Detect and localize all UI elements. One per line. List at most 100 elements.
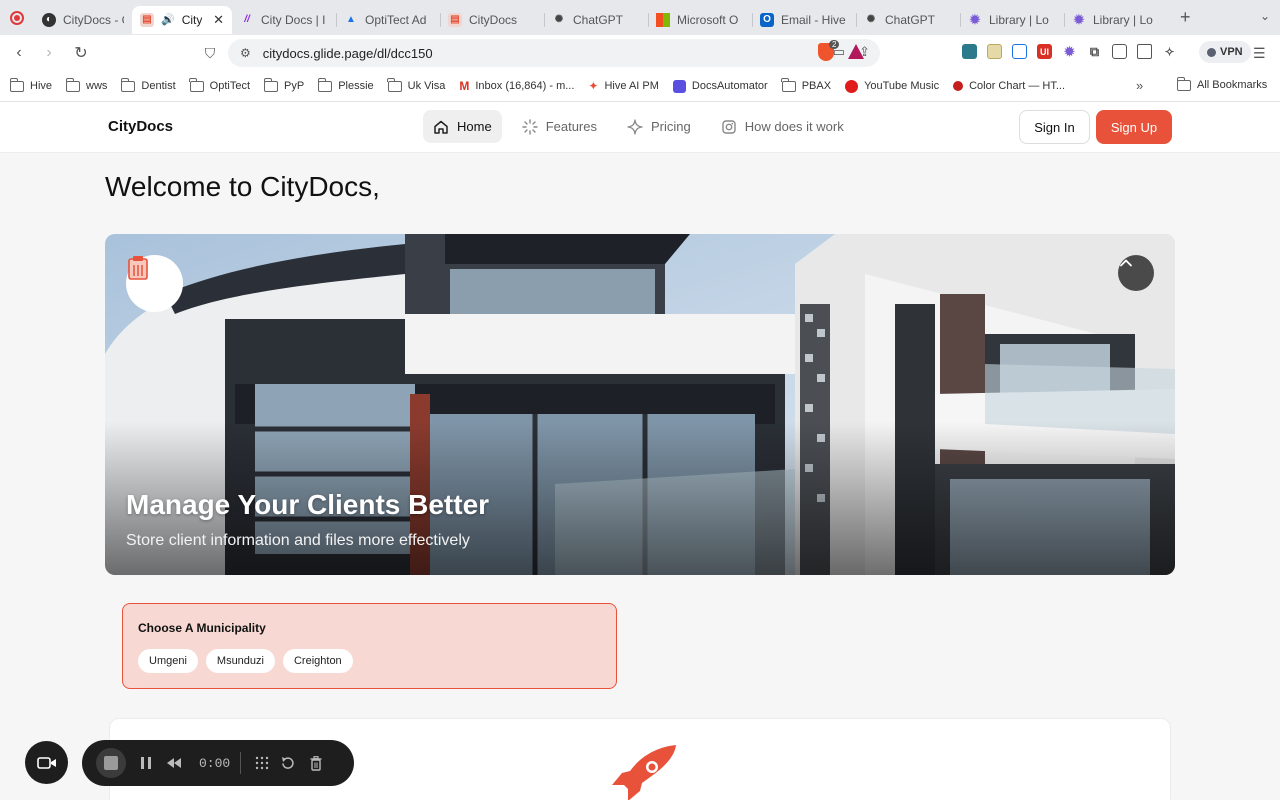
recording-indicator-icon[interactable] [0,0,34,35]
municipality-chip-msunduzi[interactable]: Msunduzi [205,649,275,673]
openai-icon: ✺ [554,14,564,25]
nav-pricing[interactable]: Pricing [617,110,701,143]
back-icon[interactable]: ‹ [6,40,32,66]
brave-rewards-icon[interactable] [848,44,864,59]
tab-chatgpt-2[interactable]: ✺ ChatGPT [856,6,960,34]
scroll-up-button[interactable] [1118,255,1154,291]
star-icon [627,118,643,135]
home-icon [433,119,449,135]
drive-icon: ▲ [346,14,356,25]
municipality-chip-umgeni[interactable]: Umgeni [138,649,198,673]
tab-citydocs-active[interactable]: ▤ 🔊 CityD ✕ [132,5,232,34]
site-nav: Home Features Pricing How does it work [423,110,854,143]
municipality-chip-creighton[interactable]: Creighton [282,649,353,673]
library-icon: ✹ [969,11,981,27]
tab-city-docs-make[interactable]: // City Docs | I [232,6,336,34]
bookmark-wws[interactable]: wws [65,77,107,92]
tab-microsoft[interactable]: Microsoft O [648,6,752,34]
site-brand[interactable]: CityDocs [108,118,173,135]
bookmark-hive-ai-pm[interactable]: ✦ Hive AI PM [588,79,658,93]
camera-toggle-button[interactable] [25,741,68,784]
bookmark-docsautomator[interactable]: DocsAutomator [672,79,768,93]
extension-ui-icon[interactable]: UI [1037,44,1052,59]
tab-optitect[interactable]: ▲ OptiTect Ad [336,6,440,34]
folder-icon [1176,76,1191,91]
new-tab-icon[interactable]: + [1180,7,1191,28]
sidebar-icon[interactable] [1112,44,1127,59]
municipality-picker: Choose A Municipality Umgeni Msunduzi Cr… [122,603,617,689]
rocket-icon [612,745,676,800]
extension-star-icon[interactable]: ✹ [1062,44,1077,59]
sign-up-button[interactable]: Sign Up [1096,110,1172,144]
grid-button[interactable] [251,748,273,778]
tab-citydocs[interactable]: ▤ CityDocs [440,6,544,34]
bookmarks-overflow-button[interactable]: » [1136,78,1143,93]
bookmark-hive[interactable]: Hive [9,77,52,92]
wallet-icon[interactable] [1137,44,1152,59]
municipality-title: Choose A Municipality [138,621,266,635]
reload-icon[interactable]: ↻ [68,40,94,66]
tab-citydocs-g[interactable]: ◐ CityDocs - G [34,6,132,34]
bookmark-pyp[interactable]: PyP [263,77,304,92]
bookmark-dentist[interactable]: Dentist [120,77,176,92]
bookmark-color-chart[interactable]: Color Chart — HT... [953,80,1065,92]
close-tab-icon[interactable]: ✕ [213,12,224,28]
site-settings-icon[interactable]: ⚙ [240,46,251,60]
rewind-button[interactable] [161,748,187,778]
browser-toolbar: ‹ › ↻ ⛉ ⚙ citydocs.glide.page/dl/dcc150 … [0,35,1280,71]
browser-tab-strip: ◐ CityDocs - G ▤ 🔊 CityD ✕ // City Docs … [0,0,1280,35]
docsautomator-icon [672,79,686,93]
tab-search-chevron-icon[interactable]: ⌄ [1260,9,1270,23]
stop-recording-button[interactable] [96,748,126,778]
restart-button[interactable] [273,748,303,778]
leo-ai-icon[interactable]: ✧ [1162,44,1177,59]
nav-how-it-works[interactable]: How does it work [711,110,854,143]
extension-teal-icon[interactable] [962,44,977,59]
all-bookmarks-button[interactable]: All Bookmarks [1176,76,1267,91]
video-camera-icon [36,756,56,769]
folder-icon [387,77,402,92]
folder-icon [189,77,204,92]
bookmark-youtube-music[interactable]: YouTube Music [845,79,939,93]
folder-icon [120,77,136,92]
delete-recording-button[interactable] [303,748,329,778]
extension-screen-icon[interactable] [1012,44,1027,59]
hero-banner: Manage Your Clients Better Store client … [105,234,1175,575]
citydocs-logo-icon [126,255,183,312]
bookmark-plessie[interactable]: Plessie [317,77,374,92]
welcome-heading: Welcome to CityDocs, [105,171,380,202]
vpn-button[interactable]: VPN [1199,41,1251,63]
sparkle-icon [521,118,538,135]
extensions-puzzle-icon[interactable]: ⧉ [1087,44,1102,59]
tab-chatgpt[interactable]: ✺ ChatGPT [544,6,648,34]
compass-icon: ◐ [42,12,56,27]
nav-home[interactable]: Home [423,110,502,143]
tab-email-hive[interactable]: O Email - Hive [752,6,856,34]
bookmark-inbox[interactable]: M Inbox (16,864) - m... [459,79,574,93]
citydocs-icon: ▤ [448,12,462,27]
forward-icon[interactable]: › [36,40,62,66]
tab-library[interactable]: ✹ Library | Lo [960,6,1064,34]
color-chart-icon [953,81,964,91]
folder-icon [317,77,333,92]
address-bar[interactable]: ⚙ citydocs.glide.page/dl/dcc150 ▭ ⇪ [228,39,880,67]
pause-button[interactable] [131,748,161,778]
bookmark-pbax[interactable]: PBAX [781,77,831,92]
bookmark-optitect[interactable]: OptiTect [189,77,250,92]
microsoft-icon [656,12,670,27]
url-text[interactable]: citydocs.glide.page/dl/dcc150 [263,46,433,61]
menu-icon[interactable]: ☰ [1253,45,1266,62]
folder-icon [65,77,81,92]
bookmark-uk-visa[interactable]: Uk Visa [387,77,445,92]
sign-in-button[interactable]: Sign In [1019,110,1090,144]
recording-controls: 0:00 [82,740,354,786]
speaker-icon[interactable]: 🔊 [161,13,175,26]
chevron-up-icon [1120,259,1132,267]
gmail-icon: M [459,79,470,93]
hive-icon: ✦ [588,79,599,93]
library-icon: ✹ [1073,11,1085,27]
tab-library-2[interactable]: ✹ Library | Lo [1064,6,1168,34]
bookmark-icon[interactable]: ⛉ [197,40,223,66]
extension-notes-icon[interactable] [987,44,1002,59]
nav-features[interactable]: Features [512,110,607,143]
